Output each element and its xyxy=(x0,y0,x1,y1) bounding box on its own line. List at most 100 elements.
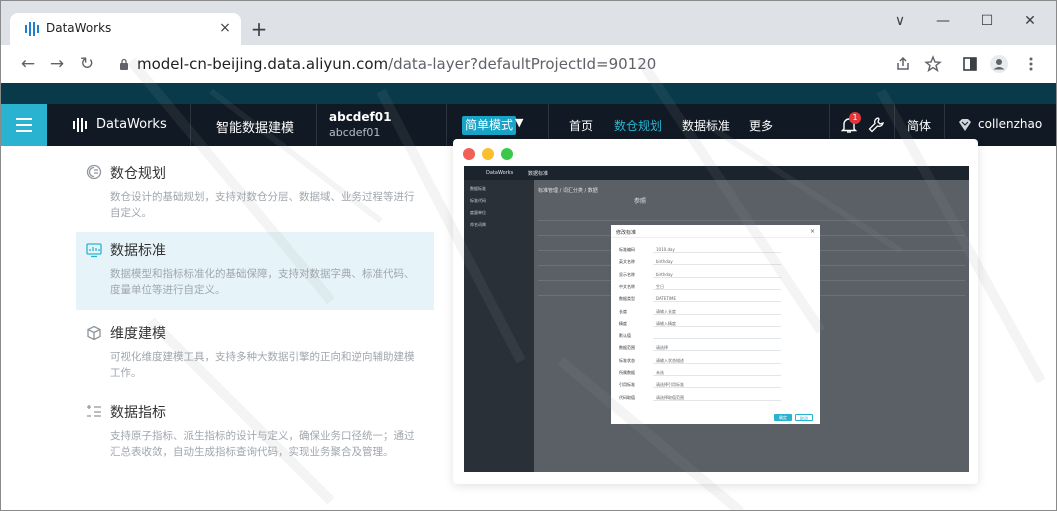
divider xyxy=(316,104,317,146)
back-icon[interactable]: ← xyxy=(17,53,39,75)
preview-section-title: 参照 xyxy=(634,198,647,205)
minimize-icon[interactable]: — xyxy=(931,11,955,31)
reload-icon[interactable]: ↻ xyxy=(76,53,98,75)
browser-tab[interactable]: DataWorks × xyxy=(10,13,241,45)
dialog-field-value: 1010.day xyxy=(656,247,675,252)
dialog-cancel-button: 取消 xyxy=(795,414,813,421)
dialog-field-label: 数据范围 xyxy=(619,345,635,351)
close-window-icon[interactable]: ✕ xyxy=(1018,11,1042,31)
dialog-field-value: 请输入长度 xyxy=(656,308,676,314)
dialog-field-label: 引用标准 xyxy=(619,382,635,388)
tab-search-icon[interactable]: ∨ xyxy=(888,11,912,31)
side-panel-icon[interactable] xyxy=(960,54,980,74)
dialog-field-input xyxy=(653,369,781,376)
window-minimize-dot xyxy=(482,148,494,160)
browser-toolbar: ← → ↻ model-cn-beijing.data.aliyun.com/d… xyxy=(1,45,1056,83)
dialog-divider xyxy=(611,237,820,238)
list-settings-icon xyxy=(87,405,101,417)
dialog-field-value: 未选 xyxy=(656,370,664,375)
feature-desc: 数据模型和指标标准化的基础保障，支持对数据字典、标准代码、度量单位等进行自定义。 xyxy=(110,268,415,296)
brand-name[interactable]: DataWorks xyxy=(96,117,167,132)
wrench-icon[interactable] xyxy=(867,116,885,134)
dialog-field-value: 请选择 xyxy=(656,345,668,351)
tab-strip: DataWorks × + ∨ — ☐ ✕ xyxy=(1,1,1056,45)
edit-standard-dialog: 修改标准 × 标准编码 1010.day 英文名称 birthday 显示名称 birth… xyxy=(611,225,820,424)
feature-title: 数据标准 xyxy=(110,243,166,259)
dialog-field-value: 请输入精度 xyxy=(656,320,676,326)
feature-item-standard[interactable]: 数据标准 数据模型和指标标准化的基础保障，支持对数据字典、标准代码、度量单位等进… xyxy=(76,232,434,310)
product-name[interactable]: 智能数据建模 xyxy=(216,117,294,136)
language-switch[interactable]: 简体 xyxy=(907,117,931,134)
dialog-field-label: 代码取值 xyxy=(619,394,635,400)
url-host: model-cn-beijing.data.aliyun.com xyxy=(137,55,389,73)
preview-sidebar: 数据标准 标准代码 度量单位 命名词典 xyxy=(464,180,534,472)
preview-tab: 数据标准 xyxy=(528,171,549,177)
user-diamond-icon xyxy=(959,119,971,131)
workspace-id: abcdef01 xyxy=(329,126,381,139)
dialog-field-label: 所属数据 xyxy=(619,370,635,375)
more-menu-icon[interactable] xyxy=(1021,54,1041,74)
bookmark-star-icon[interactable] xyxy=(923,54,943,74)
dataworks-logo-icon xyxy=(73,118,87,132)
feature-desc: 可视化维度建模工具，支持多种大数据引擎的正向和逆向辅助建模工作。 xyxy=(110,351,415,379)
top-banner xyxy=(1,83,1056,104)
feature-title: 数仓规划 xyxy=(110,166,166,182)
nav-more[interactable]: 更多 xyxy=(749,117,773,134)
lock-icon xyxy=(120,58,128,70)
feature-item-dimension-modeling[interactable]: 维度建模 可视化维度建模工具，支持多种大数据引擎的正向和逆向辅助建模工作。 xyxy=(76,316,434,388)
dialog-field-label: 默认值 xyxy=(619,333,631,339)
nav-home[interactable]: 首页 xyxy=(569,117,593,134)
dialog-field-label: 中文名称 xyxy=(619,283,635,289)
preview-screenshot: DataWorks 数据标准 数据标准 标准代码 度量单位 命名词典 标准管理 … xyxy=(464,166,969,472)
dialog-field-label: 精度 xyxy=(619,320,627,326)
dialog-field-value: DATETIME xyxy=(656,296,677,302)
dialog-field-value: 生日 xyxy=(656,283,664,289)
new-tab-icon[interactable]: + xyxy=(249,19,269,39)
preview-sidebar-item: 数据标准 xyxy=(470,186,486,191)
dialog-field-label: 显示名称 xyxy=(619,271,635,277)
dialog-field-value: 请输入状态描述 xyxy=(656,357,684,363)
feature-item-metrics[interactable]: 数据指标 支持原子指标、派生指标的设计与定义，确保业务口径统一；通过汇总表收敛，… xyxy=(76,396,434,486)
dialog-field-value: 请选择取值范围 xyxy=(656,394,684,400)
nav-data-warehouse-planning[interactable]: 数仓规划 xyxy=(614,117,662,134)
preview-brand: DataWorks xyxy=(486,170,514,176)
preview-window: DataWorks 数据标准 数据标准 标准代码 度量单位 命名词典 标准管理 … xyxy=(453,139,978,484)
feature-title: 数据指标 xyxy=(110,405,166,421)
dialog-title: 修改标准 xyxy=(616,230,637,236)
layers-icon xyxy=(86,164,102,180)
cube-icon xyxy=(87,325,101,341)
hamburger-menu-icon[interactable] xyxy=(1,104,47,146)
maximize-icon[interactable]: ☐ xyxy=(975,11,999,31)
url-path: /data-layer?defaultProjectId=90120 xyxy=(388,55,657,73)
dialog-field-value: birthday xyxy=(656,271,673,277)
dialog-field-input xyxy=(653,283,781,290)
divider xyxy=(190,104,191,146)
browser-window: DataWorks × + ∨ — ☐ ✕ ← → ↻ model-cn-bei… xyxy=(0,0,1057,511)
profile-avatar-icon[interactable] xyxy=(989,54,1009,74)
tab-title: DataWorks xyxy=(46,21,112,35)
notification-badge: 1 xyxy=(849,112,861,124)
dialog-ok-button: 确定 xyxy=(774,414,792,421)
feature-item-planning[interactable]: 数仓规划 数仓设计的基础规划，支持对数仓分层、数据域、业务过程等进行自定义。 xyxy=(76,158,434,234)
dialog-field-value: birthday xyxy=(656,259,673,265)
dialog-field-label: 英文名称 xyxy=(619,259,635,265)
divider xyxy=(446,104,447,146)
address-bar[interactable]: model-cn-beijing.data.aliyun.com/data-la… xyxy=(137,55,656,73)
dialog-field-label: 标准状态 xyxy=(619,357,635,363)
window-zoom-dot xyxy=(501,148,513,160)
mode-selector[interactable]: 简单模式 xyxy=(462,116,517,135)
user-name[interactable]: collenzhao xyxy=(978,117,1042,131)
tab-close-icon[interactable]: × xyxy=(216,19,234,37)
dialog-close-icon: × xyxy=(810,228,816,235)
forward-icon[interactable]: → xyxy=(46,53,68,75)
dialog-field-label: 标准编码 xyxy=(619,247,635,252)
nav-data-standard[interactable]: 数据标准 xyxy=(682,117,730,134)
dataworks-logo-icon xyxy=(25,22,39,36)
feature-desc: 数仓设计的基础规划，支持对数仓分层、数据域、业务过程等进行自定义。 xyxy=(110,191,415,219)
preview-sidebar-item: 标准代码 xyxy=(470,198,486,203)
workspace-name[interactable]: abcdef01 xyxy=(329,110,391,124)
preview-sidebar-item: 命名词典 xyxy=(470,222,486,227)
window-close-dot xyxy=(463,148,475,160)
share-icon[interactable] xyxy=(893,54,913,74)
chevron-down-icon[interactable]: ▼ xyxy=(515,116,523,129)
